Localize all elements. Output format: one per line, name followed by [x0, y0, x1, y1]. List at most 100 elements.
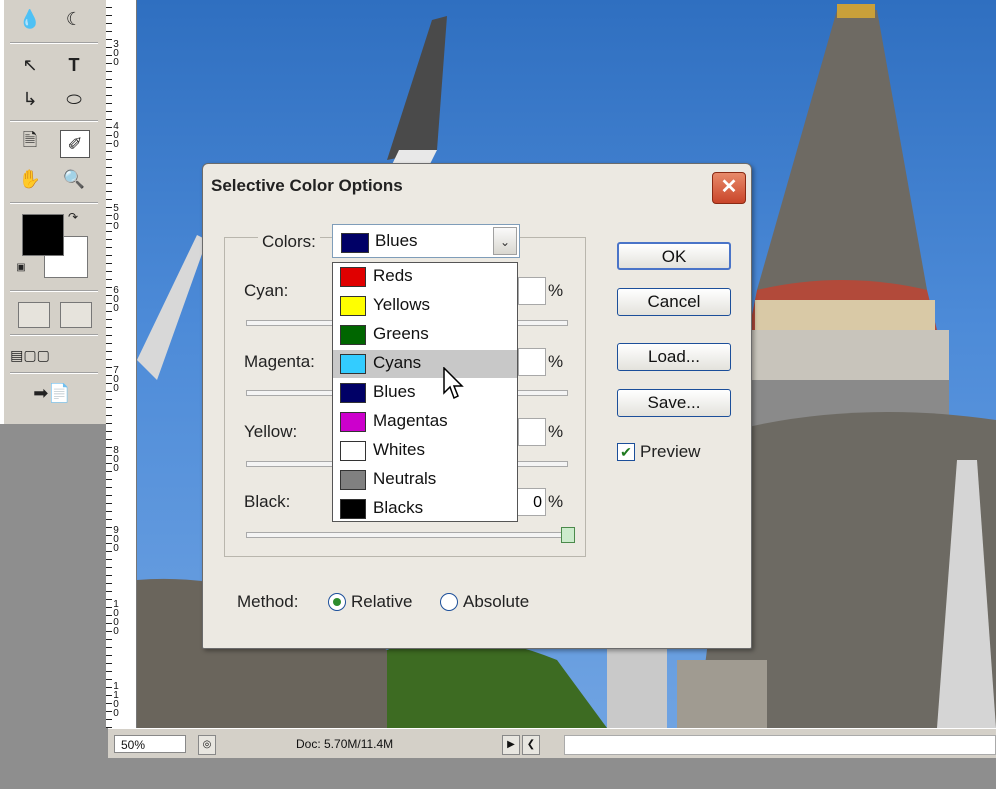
list-item[interactable]: Whites — [333, 437, 517, 465]
cyan-percent: % — [548, 281, 564, 300]
colors-dropdown-list: Reds Yellows Greens Cyans Blues Magentas… — [332, 262, 518, 522]
selected-color-swatch — [341, 233, 369, 253]
status-bar: 50% ◎ Doc: 5.70M/11.4M ▶ ❮ — [108, 728, 996, 759]
type-icon[interactable]: T — [60, 52, 88, 78]
eyedropper-icon[interactable]: ✐ — [60, 130, 90, 158]
horizontal-scrollbar[interactable] — [564, 735, 996, 755]
toolbox-divider — [10, 120, 98, 122]
standard-mode-icon[interactable] — [18, 302, 50, 328]
relative-label: Relative — [351, 592, 413, 611]
color-swatch — [340, 499, 366, 519]
toolbox-divider — [10, 202, 98, 204]
default-colors-icon[interactable]: ▣ — [12, 258, 30, 276]
list-item[interactable]: Magentas — [333, 408, 517, 436]
yellow-percent: % — [548, 422, 564, 441]
ruler-label: 900 — [113, 525, 119, 554]
dialog-title: Selective Color Options — [211, 176, 403, 195]
black-value-field[interactable]: 0 — [514, 488, 546, 516]
color-swatch — [340, 296, 366, 316]
foreground-color-swatch[interactable] — [22, 214, 64, 256]
cancel-button[interactable]: Cancel — [617, 288, 731, 316]
status-menu-icon[interactable]: ◎ — [198, 735, 216, 755]
list-item-label: Neutrals — [373, 469, 437, 488]
black-slider-thumb[interactable] — [561, 527, 575, 543]
black-slider[interactable] — [246, 532, 568, 538]
list-item-label: Yellows — [373, 295, 431, 314]
preview-checkbox[interactable]: ✔ — [617, 443, 635, 461]
magenta-value-field[interactable] — [518, 348, 546, 376]
list-item-label: Whites — [373, 440, 425, 459]
ruler-label: 500 — [113, 203, 119, 232]
magenta-label: Magenta: — [244, 352, 315, 371]
relative-radio[interactable] — [328, 593, 346, 611]
cyan-value-field[interactable] — [518, 277, 546, 305]
color-swatch — [340, 412, 366, 432]
color-swatch — [340, 325, 366, 345]
list-item[interactable]: Blacks — [333, 495, 517, 523]
colors-select[interactable]: Blues ⌄ — [332, 224, 520, 258]
colors-label: Colors: — [258, 232, 320, 252]
color-swatch — [340, 354, 366, 374]
close-icon[interactable]: ✕ — [712, 172, 746, 204]
workspace-background — [0, 424, 108, 789]
hand-icon[interactable]: ✋ — [16, 166, 44, 192]
ok-button[interactable]: OK — [617, 242, 731, 270]
color-swatch — [340, 267, 366, 287]
toolbox-divider — [10, 372, 98, 374]
list-item[interactable]: Reds — [333, 263, 517, 291]
color-swatch — [340, 383, 366, 403]
list-item[interactable]: Yellows — [333, 292, 517, 320]
load-button[interactable]: Load... — [617, 343, 731, 371]
screen-mode-icon[interactable]: ▤▢▢ — [10, 342, 50, 368]
swap-colors-icon[interactable]: ↷ — [64, 208, 82, 226]
doc-size-text: Doc: 5.70M/11.4M — [296, 737, 394, 751]
ellipse-icon[interactable]: ⬭ — [60, 86, 88, 112]
color-swatch — [340, 470, 366, 490]
ruler-label: 1000 — [113, 599, 119, 637]
list-item[interactable]: Blues — [333, 379, 517, 407]
color-swatch — [340, 441, 366, 461]
absolute-radio[interactable] — [440, 593, 458, 611]
toolbox-divider — [10, 334, 98, 336]
ruler-label: 600 — [113, 285, 119, 314]
notes-icon[interactable]: 🗎 — [16, 130, 44, 156]
list-item-label: Blues — [373, 382, 416, 401]
dodge-icon[interactable]: ☾ — [60, 6, 88, 32]
ruler-label: 300 — [113, 39, 119, 68]
toolbox-divider — [10, 42, 98, 44]
ruler-label: 700 — [113, 365, 119, 394]
preview-label: Preview — [640, 442, 701, 461]
list-item-label: Greens — [373, 324, 429, 343]
quick-mask-icon[interactable] — [60, 302, 92, 328]
ruler-label: 1100 — [113, 681, 119, 719]
ruler-label: 800 — [113, 445, 119, 474]
workspace-background-bottom — [0, 758, 996, 789]
path-select-icon[interactable]: ↖ — [16, 52, 44, 78]
list-item-label: Cyans — [373, 353, 422, 372]
colors-select-value: Blues — [375, 231, 418, 250]
list-item-label: Magentas — [373, 411, 448, 430]
status-arrow-right-icon[interactable]: ▶ — [502, 735, 520, 755]
radio-selected-dot — [333, 598, 341, 606]
list-item-label: Blacks — [373, 498, 424, 517]
list-item-highlighted[interactable]: Cyans — [333, 350, 517, 378]
blur-icon[interactable]: 💧 — [16, 6, 44, 32]
absolute-label: Absolute — [463, 592, 530, 611]
ruler-label: 400 — [113, 121, 119, 150]
jump-to-imageready-icon[interactable]: ➡📄 — [22, 380, 82, 406]
list-item[interactable]: Greens — [333, 321, 517, 349]
yellow-label: Yellow: — [244, 422, 298, 441]
pen-icon[interactable]: ↳ — [16, 86, 44, 112]
save-button[interactable]: Save... — [617, 389, 731, 417]
cyan-label: Cyan: — [244, 281, 289, 300]
chevron-down-icon[interactable]: ⌄ — [493, 227, 517, 255]
yellow-value-field[interactable] — [518, 418, 546, 446]
black-label: Black: — [244, 492, 291, 511]
method-label: Method: — [237, 592, 299, 611]
scroll-left-icon[interactable]: ❮ — [522, 735, 540, 755]
vertical-ruler — [106, 0, 137, 728]
zoom-icon[interactable]: 🔍 — [60, 166, 88, 192]
toolbox: 💧 ☾ ↖ T ↳ ⬭ 🗎 ✐ ✋ 🔍 ↷ ▣ ▤▢▢ ➡📄 — [4, 0, 107, 424]
list-item[interactable]: Neutrals — [333, 466, 517, 494]
zoom-field[interactable]: 50% — [114, 735, 186, 753]
